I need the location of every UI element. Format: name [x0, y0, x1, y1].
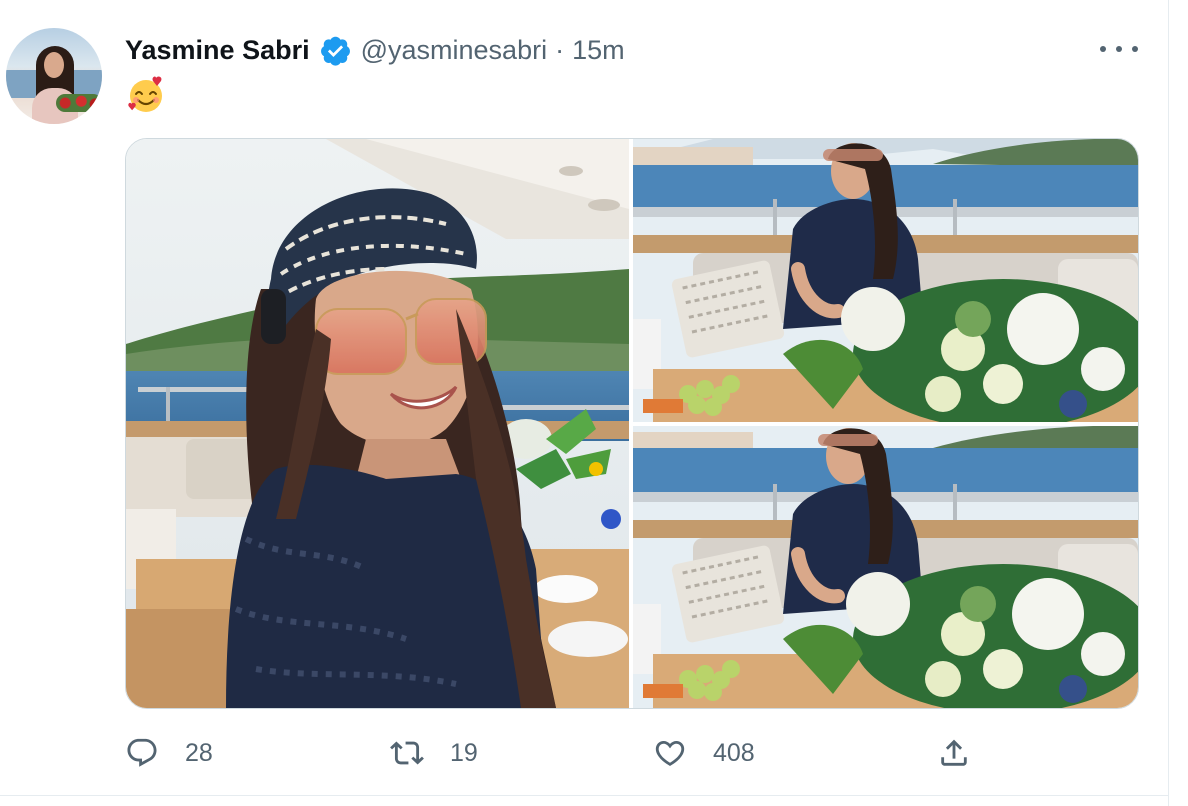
photo-flowers-top[interactable] [633, 139, 1138, 422]
avatar[interactable] [6, 28, 102, 124]
share-icon [941, 739, 967, 766]
timestamp[interactable]: 15m [572, 35, 625, 66]
retweet-icon [390, 741, 424, 765]
verified-badge-icon [319, 34, 352, 67]
reply-icon [127, 738, 157, 767]
timeline-border-right [1168, 0, 1169, 806]
photo-flowers-bottom[interactable] [633, 426, 1138, 708]
smiling-face-with-hearts-icon [128, 76, 162, 112]
reply-count: 28 [185, 738, 213, 767]
reply-button[interactable]: 28 [125, 728, 213, 778]
media-grid [125, 138, 1139, 709]
tweet-divider [0, 795, 1168, 796]
like-button[interactable]: 408 [653, 728, 755, 778]
more-options-icon[interactable] [1100, 36, 1138, 62]
photo-selfie[interactable] [126, 139, 629, 708]
like-icon [655, 740, 685, 766]
tweet-header: Yasmine Sabri @yasminesabri · 15m [125, 30, 625, 70]
display-name[interactable]: Yasmine Sabri [125, 35, 310, 66]
separator-dot: · [555, 34, 565, 65]
retweet-button[interactable]: 19 [390, 728, 478, 778]
retweet-count: 19 [450, 738, 478, 767]
tweet-actions: 28 19 408 [125, 728, 1125, 778]
like-count: 408 [713, 738, 755, 767]
user-handle[interactable]: @yasminesabri [361, 35, 547, 66]
tweet-text-emoji [126, 75, 166, 115]
share-button[interactable] [937, 728, 971, 778]
